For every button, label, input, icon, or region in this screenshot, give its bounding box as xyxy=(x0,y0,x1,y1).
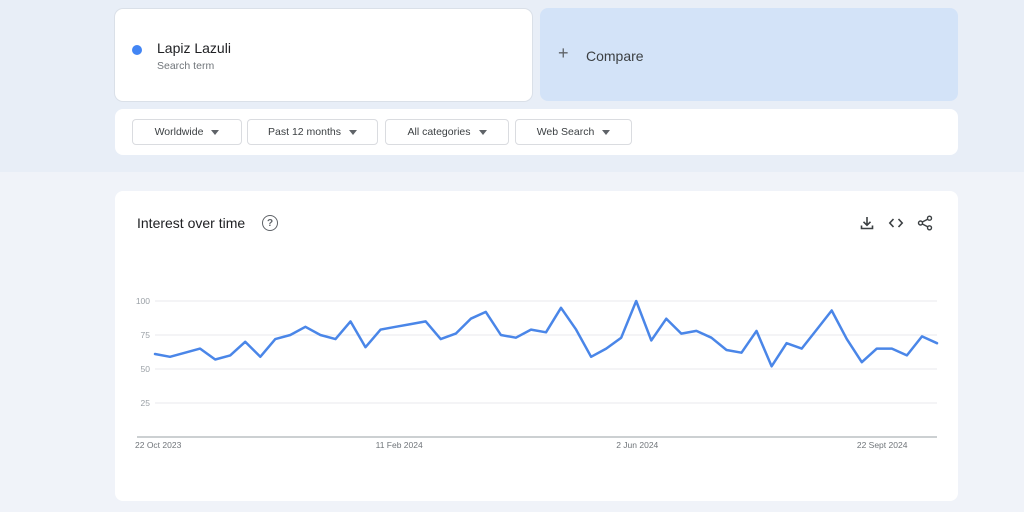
filter-location-dropdown[interactable]: Worldwide xyxy=(132,119,242,145)
filter-bar: Worldwide Past 12 months All categories … xyxy=(115,109,958,155)
filter-category-label: All categories xyxy=(407,126,471,138)
series-line-lapiz-lazuli xyxy=(153,299,939,368)
line-chart: 25 50 75 100 22 Oct 2023 11 Feb 2024 2 Jun 202… xyxy=(135,296,939,450)
y-tick-label: 50 xyxy=(141,364,151,374)
search-term-label: Search term xyxy=(157,60,215,72)
x-tick-label: 11 Feb 2024 xyxy=(376,440,423,450)
chevron-down-icon xyxy=(478,129,487,135)
term-color-dot xyxy=(132,45,142,55)
interest-over-time-card: Interest over time ? 25 50 75 100 22 Oct 202… xyxy=(115,191,958,501)
filter-property-label: Web Search xyxy=(536,126,595,138)
y-tick-label: 75 xyxy=(141,330,151,340)
search-term-name[interactable]: Lapiz Lazuli xyxy=(157,40,231,56)
chevron-down-icon xyxy=(602,129,611,135)
search-term-card[interactable]: Lapiz Lazuli Search term xyxy=(115,9,532,101)
filter-category-dropdown[interactable]: All categories xyxy=(385,119,509,145)
filter-time-label: Past 12 months xyxy=(268,126,341,138)
filter-property-dropdown[interactable]: Web Search xyxy=(515,119,632,145)
y-tick-label: 100 xyxy=(136,296,150,306)
filter-time-dropdown[interactable]: Past 12 months xyxy=(247,119,378,145)
x-tick-label: 22 Sept 2024 xyxy=(857,440,908,450)
x-tick-label: 22 Oct 2023 xyxy=(135,440,182,450)
chevron-down-icon xyxy=(211,129,220,135)
compare-button[interactable]: + Compare xyxy=(540,8,958,101)
x-tick-label: 2 Jun 2024 xyxy=(616,440,658,450)
chevron-down-icon xyxy=(348,129,357,135)
filter-location-label: Worldwide xyxy=(154,126,204,138)
plus-icon: + xyxy=(558,43,569,63)
y-tick-label: 25 xyxy=(141,398,151,408)
compare-label: Compare xyxy=(586,48,644,64)
